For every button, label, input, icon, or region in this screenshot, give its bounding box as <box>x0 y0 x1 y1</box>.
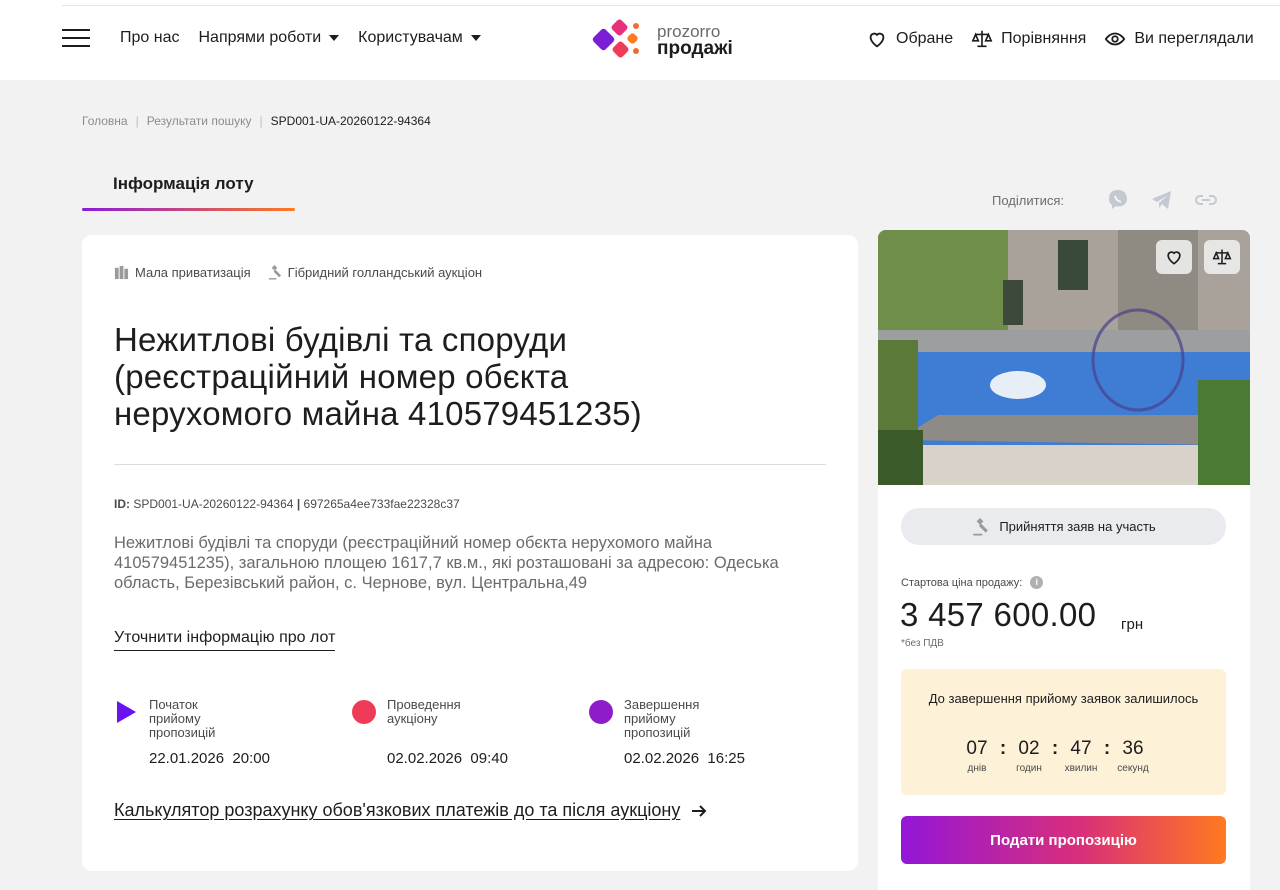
submit-offer-button[interactable]: Подати пропозицію <box>901 816 1226 864</box>
eye-icon <box>1105 32 1126 46</box>
heart-icon <box>1167 251 1181 265</box>
main-nav: Про нас Напрями роботи Користувачам <box>120 29 481 47</box>
site-header: Про нас Напрями роботи Користувачам proz… <box>0 0 1280 80</box>
lot-photo[interactable] <box>878 230 1250 485</box>
play-icon <box>117 701 136 723</box>
nav-about[interactable]: Про нас <box>120 29 179 47</box>
nav-users[interactable]: Користувачам <box>358 29 481 47</box>
chevron-down-icon <box>329 35 340 41</box>
lot-description: Нежитлові будівлі та споруди (реєстрацій… <box>114 534 779 592</box>
viewed-link[interactable]: Ви переглядали <box>1104 28 1254 50</box>
telegram-icon[interactable] <box>1150 188 1174 212</box>
lot-more-info-link[interactable]: Уточнити інформацію про лот <box>114 629 336 651</box>
lot-info-card: Мала приватизація Гібридний голландський… <box>82 235 858 871</box>
gavel-icon <box>268 265 281 280</box>
tab-lot-info[interactable]: Інформація лоту <box>82 172 295 212</box>
heart-icon <box>869 32 885 48</box>
red-dot-icon <box>352 700 376 724</box>
price-vat-note: *без ПДВ <box>901 638 944 649</box>
price-currency: грн <box>1121 616 1144 633</box>
logo-line2: продажі <box>657 38 733 59</box>
header-actions: Обране Порівняння Ви переглядали <box>866 28 1254 50</box>
calc-link-label: Калькулятор розрахунку обов'язкових плат… <box>114 800 681 820</box>
start-price: 3 457 600.00 <box>900 596 1097 633</box>
tag-auction-type: Гібридний голландський аукціон <box>267 265 482 280</box>
tag-auction-label: Гібридний голландський аукціон <box>287 265 483 280</box>
timer-minutes: 47 хвилин <box>1064 738 1098 774</box>
viewed-label: Ви переглядали <box>1134 30 1254 47</box>
timer-title: До завершення прийому заявок залишилось <box>928 691 1199 706</box>
purple-dot-icon <box>589 700 613 724</box>
lot-id-sep: | <box>296 497 301 511</box>
logo-mark-icon <box>591 18 649 60</box>
chevron-down-icon <box>470 35 481 41</box>
compare-label: Порівняння <box>1001 30 1087 47</box>
breadcrumb-results[interactable]: Результати пошуку <box>147 114 252 128</box>
breadcrumb-home[interactable]: Головна <box>82 114 128 128</box>
lot-sidebar: Прийняття заяв на участь Стартова ціна п… <box>878 230 1250 890</box>
tag-privatization-label: Мала приватизація <box>135 265 251 280</box>
info-icon[interactable]: i <box>1030 576 1044 589</box>
breadcrumb-current: SPD001-UA-20260122-94364 <box>270 114 431 128</box>
lot-tags: Мала приватизація Гібридний голландський… <box>114 265 482 280</box>
timer-values: 07 днів : 02 годин : 47 хвилин : 36 секу… <box>959 738 1151 774</box>
share-bar: Поділитися: <box>992 188 1218 212</box>
step-start-date: 22.01.2026 20:00 <box>149 750 270 767</box>
step-end-date: 02.02.2026 16:25 <box>624 750 745 767</box>
payments-calculator-link[interactable]: Калькулятор розрахунку обов'язкових плат… <box>114 800 708 821</box>
nav-directions-label: Напрями роботи <box>198 29 322 46</box>
share-label: Поділитися: <box>992 192 1064 208</box>
timer-days: 07 днів <box>966 738 988 774</box>
link-icon[interactable] <box>1194 188 1218 212</box>
timer-seconds: 36 секунд <box>1117 738 1149 774</box>
lot-id-value: SPD001-UA-20260122-94364 <box>133 497 294 511</box>
timer-hours: 02 годин <box>1016 738 1042 774</box>
header-divider <box>62 5 1280 6</box>
compare-link[interactable]: Порівняння <box>971 28 1086 50</box>
building-photo <box>878 230 1250 485</box>
status-badge: Прийняття заяв на участь <box>901 508 1226 545</box>
tab-lot-info-label: Інформація лоту <box>113 174 254 193</box>
nav-directions[interactable]: Напрями роботи <box>198 29 340 47</box>
status-label: Прийняття заяв на участь <box>999 519 1156 534</box>
favorites-label: Обране <box>896 30 954 47</box>
breadcrumb: Головна | Результати пошуку | SPD001-UA-… <box>82 114 431 128</box>
tab-active-indicator <box>82 208 295 211</box>
price-label: Стартова ціна продажу: i <box>901 576 1044 589</box>
arrow-right-icon <box>692 804 707 817</box>
menu-icon[interactable] <box>62 29 90 49</box>
step-auction-label: Проведення аукціону <box>387 697 461 726</box>
price-label-text: Стартова ціна продажу: <box>901 576 1023 589</box>
step-end-label: Завершення прийому пропозицій <box>624 697 700 740</box>
countdown-timer: До завершення прийому заявок залишилось … <box>901 669 1226 795</box>
auction-timeline: Початок прийому пропозицій 22.01.2026 20… <box>114 698 826 778</box>
lot-id: ID: SPD001-UA-20260122-94364 | 697265a4e… <box>114 497 460 511</box>
step-auction-date: 02.02.2026 09:40 <box>387 750 508 767</box>
title-divider <box>114 464 826 465</box>
nav-about-label: Про нас <box>120 29 180 46</box>
add-compare-button[interactable] <box>1204 240 1240 274</box>
lot-id-hash: 697265a4ee733fae22328c37 <box>303 497 460 511</box>
viber-icon[interactable] <box>1106 188 1130 212</box>
nav-users-label: Користувачам <box>358 29 463 46</box>
prozorro-logo[interactable]: prozorro продажі <box>591 18 733 60</box>
scales-icon <box>1212 249 1232 265</box>
scales-icon <box>971 30 993 48</box>
tag-privatization: Мала приватизація <box>114 265 251 280</box>
add-favorite-button[interactable] <box>1156 240 1192 274</box>
lot-id-prefix: ID: <box>114 497 130 511</box>
step-start-label: Початок прийому пропозицій <box>149 697 216 740</box>
lot-title: Нежитлові будівлі та споруди (реєстрацій… <box>114 321 642 432</box>
favorites-link[interactable]: Обране <box>866 28 953 50</box>
gavel-icon <box>973 517 989 535</box>
building-icon <box>114 265 129 280</box>
